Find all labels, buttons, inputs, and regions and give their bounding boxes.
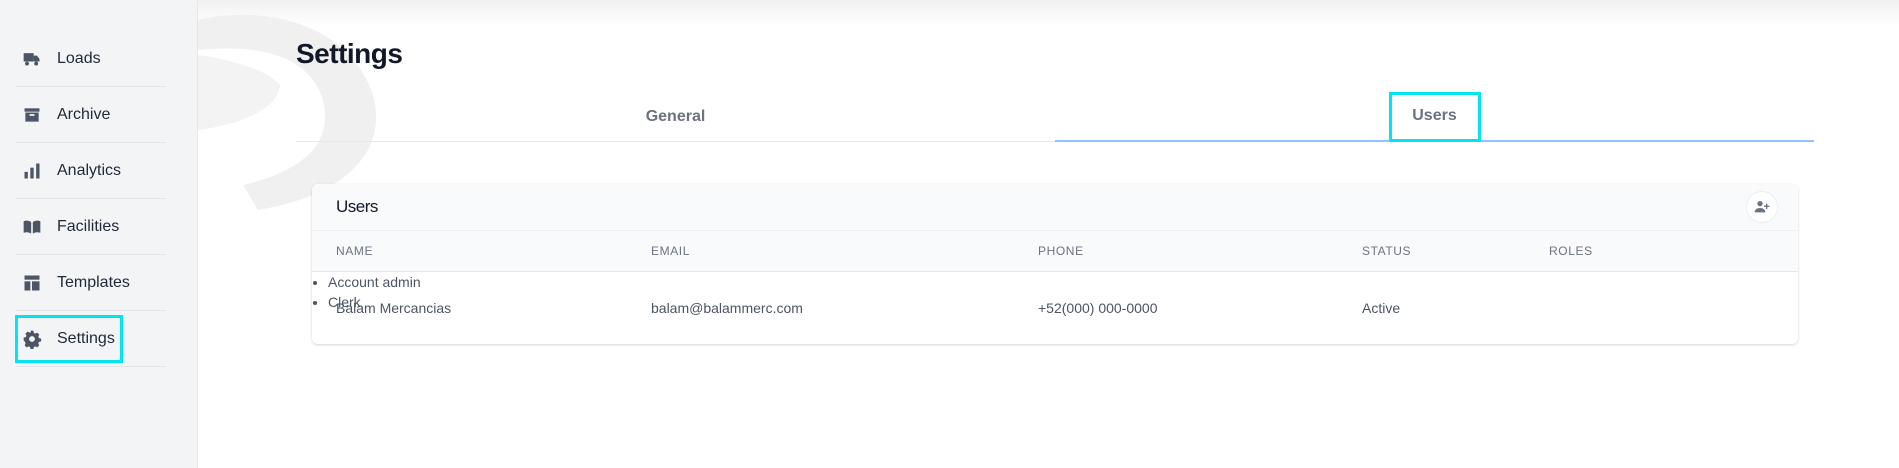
user-phone: +52(000) 000-0000 (1038, 300, 1158, 316)
sidebar-item-label: Archive (57, 105, 111, 123)
user-status: Active (1362, 300, 1401, 316)
sidebar-nav: Loads Archive Analytics Facilities Templ… (15, 31, 166, 367)
sidebar-item-archive[interactable]: Archive (16, 87, 166, 143)
role-item: Account admin (328, 272, 1798, 292)
page-title: Settings (296, 38, 403, 69)
tab-general[interactable]: General (296, 96, 1055, 141)
sidebar-item-label: Loads (57, 49, 101, 67)
sidebar-item-loads[interactable]: Loads (16, 31, 166, 87)
users-card: Users NAME EMAIL PHONE STATUS ROLES Bala… (312, 184, 1798, 344)
sidebar-item-label: Settings (57, 329, 115, 347)
column-header-email: EMAIL (651, 244, 691, 258)
template-icon (21, 272, 43, 294)
tab-users[interactable]: Users (1055, 92, 1814, 142)
book-icon (21, 216, 43, 238)
column-header-status: STATUS (1362, 244, 1412, 258)
add-user-button[interactable] (1746, 191, 1778, 223)
header-shadow (198, 0, 1899, 26)
sidebar-item-label: Facilities (57, 217, 120, 235)
sidebar: Loads Archive Analytics Facilities Templ… (0, 0, 198, 468)
sidebar-item-analytics[interactable]: Analytics (16, 143, 166, 199)
sidebar-item-facilities[interactable]: Facilities (16, 199, 166, 255)
user-name: Balam Mercancias (336, 300, 452, 316)
column-header-name: NAME (336, 244, 374, 258)
users-table-header: NAME EMAIL PHONE STATUS ROLES (312, 231, 1798, 272)
sidebar-item-label: Templates (57, 273, 130, 291)
archive-icon (21, 104, 43, 126)
tab-label: Users (1412, 107, 1457, 124)
user-email: balam@balammerc.com (651, 300, 803, 316)
users-card-title: Users (336, 197, 378, 216)
settings-tabs: General Users (296, 92, 1814, 142)
sidebar-item-label: Analytics (57, 161, 122, 179)
add-user-icon (1754, 201, 1770, 213)
table-row[interactable]: Balam Mercancias balam@balammerc.com +52… (312, 272, 1798, 344)
tab-label: General (645, 107, 706, 125)
bar-chart-icon (21, 160, 43, 182)
gear-icon (21, 328, 43, 350)
sidebar-item-settings[interactable]: Settings (15, 311, 166, 367)
sidebar-item-templates[interactable]: Templates (16, 255, 166, 311)
column-header-phone: PHONE (1038, 244, 1084, 258)
users-card-header: Users (312, 184, 1798, 231)
truck-icon (21, 48, 43, 70)
column-header-roles: ROLES (1549, 244, 1593, 258)
